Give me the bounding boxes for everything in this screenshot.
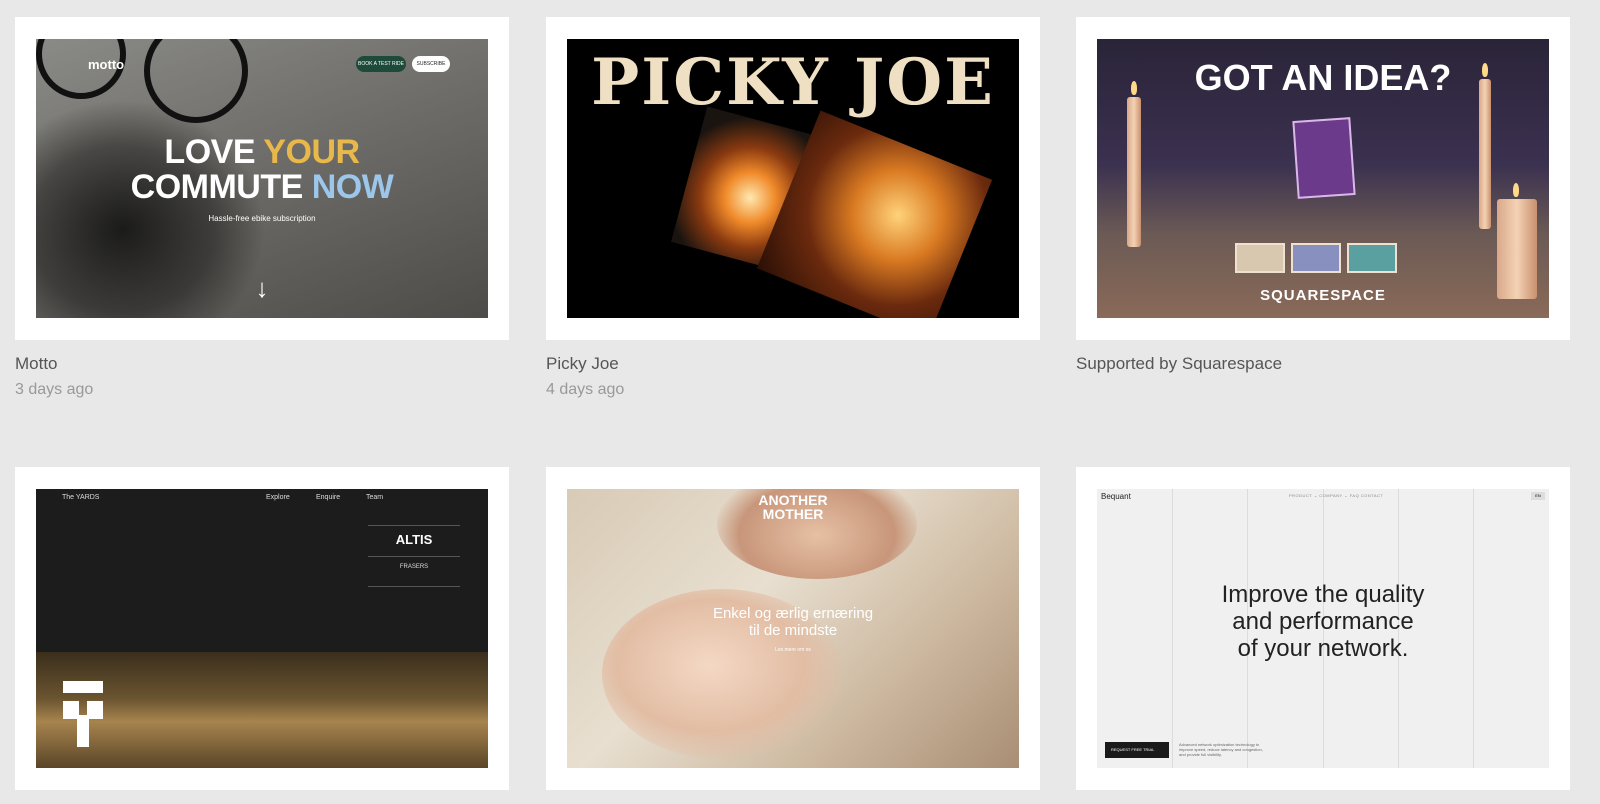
flame <box>1131 81 1137 95</box>
site-card-another-mother[interactable]: ANOTHER MOTHER Enkel og ærlig ernæring t… <box>546 467 1040 790</box>
flame <box>1482 63 1488 77</box>
altis-logo: ALTIS <box>395 532 433 547</box>
headline-text: of your network. <box>1237 635 1409 662</box>
thumbnail-frame[interactable]: The YARDS Explore Enquire Team ALTIS FRA… <box>15 467 509 790</box>
site-screenshot[interactable]: The YARDS Explore Enquire Team ALTIS FRA… <box>36 489 488 768</box>
nav-enquire: Enquire <box>316 494 341 501</box>
tarot-card-held <box>1292 117 1356 199</box>
thumbnail-frame[interactable]: Bequant PRODUCT ⌄ COMPANY ⌄ FAQ CONTACT … <box>1076 467 1570 790</box>
motto-headline: LOVE YOUR COMMUTE NOW <box>36 135 488 205</box>
site-card-the-yards[interactable]: The YARDS Explore Enquire Team ALTIS FRA… <box>15 467 509 790</box>
headline-text: and performance <box>1232 608 1414 635</box>
site-card-motto[interactable]: motto BOOK A TEST RIDE SUBSCRIBE LOVE YO… <box>15 17 509 399</box>
bequant-logo: Bequant <box>1101 492 1131 501</box>
picky-joe-logo: PICKY JOE <box>591 45 995 120</box>
site-title[interactable]: Supported by Squarespace <box>1076 354 1570 374</box>
headline-text: NOW <box>311 168 394 206</box>
thumbnail-frame[interactable]: ANOTHER MOTHER Enkel og ærlig ernæring t… <box>546 467 1040 790</box>
divider <box>368 556 460 557</box>
tarot-card <box>1291 243 1341 273</box>
site-title[interactable]: Motto <box>15 354 509 374</box>
mother-cta: Les mere om os <box>775 647 811 653</box>
motto-logo: motto <box>88 57 125 72</box>
headline-text: LOVE <box>164 133 264 171</box>
headline-text: COMMUTE <box>130 168 312 206</box>
squarespace-brand: SQUARESPACE <box>1260 287 1386 304</box>
candle <box>1479 79 1491 229</box>
thumbnail-frame[interactable]: PICKY JOE <box>546 17 1040 340</box>
tarot-card <box>1347 243 1397 273</box>
site-title[interactable]: Picky Joe <box>546 354 1040 374</box>
site-screenshot[interactable]: ANOTHER MOTHER Enkel og ærlig ernæring t… <box>567 489 1019 768</box>
arrow-down-icon: ↓ <box>255 273 269 303</box>
bequant-nav: PRODUCT ⌄ COMPANY ⌄ FAQ CONTACT <box>1289 493 1384 498</box>
inspiration-grid: motto BOOK A TEST RIDE SUBSCRIBE LOVE YO… <box>0 0 1600 804</box>
nav-explore: Explore <box>266 494 290 501</box>
headline-text: Improve the quality <box>1221 581 1425 608</box>
mother-headline: Enkel og ærlig ernæring til de mindste <box>567 605 1019 639</box>
site-screenshot[interactable]: PICKY JOE <box>567 39 1019 318</box>
ad-screenshot[interactable]: GOT AN IDEA? SQUARESPACE <box>1097 39 1549 318</box>
thumbnail-frame[interactable]: GOT AN IDEA? SQUARESPACE <box>1076 17 1570 340</box>
yards-mark-icon <box>87 701 103 719</box>
candle <box>1127 97 1141 247</box>
bequant-headline: Improve the quality and performance of y… <box>1097 581 1549 662</box>
nav-team: Team <box>366 494 384 501</box>
yards-logo: The YARDS <box>62 494 100 501</box>
partner-logos: ALTIS FRASERS <box>368 525 460 587</box>
grass-field-photo <box>36 652 488 768</box>
subscribe-button: SUBSCRIBE <box>412 56 450 72</box>
yards-mark-icon <box>63 681 103 693</box>
yards-mark-icon <box>77 715 89 747</box>
motto-subtitle: Hassle-free ebike subscription <box>208 214 316 223</box>
site-card-bequant[interactable]: Bequant PRODUCT ⌄ COMPANY ⌄ FAQ CONTACT … <box>1076 467 1570 790</box>
language-switch: EN <box>1531 492 1545 500</box>
frasers-logo: FRASERS <box>399 564 429 570</box>
site-card-squarespace-ad[interactable]: GOT AN IDEA? SQUARESPACE Supported by Sq… <box>1076 17 1570 374</box>
headline-text: til de mindste <box>748 622 838 639</box>
test-ride-button: BOOK A TEST RIDE <box>356 56 406 72</box>
tarot-card <box>1235 243 1285 273</box>
bequant-description: Advanced network optimization technology… <box>1179 742 1263 757</box>
site-date: 3 days ago <box>15 381 94 398</box>
site-screenshot[interactable]: Bequant PRODUCT ⌄ COMPANY ⌄ FAQ CONTACT … <box>1097 489 1549 768</box>
site-screenshot[interactable]: motto BOOK A TEST RIDE SUBSCRIBE LOVE YO… <box>36 39 488 318</box>
logo-text: MOTHER <box>762 506 824 522</box>
headline-text: Enkel og ærlig ernæring <box>712 605 874 622</box>
candle <box>1497 199 1537 299</box>
site-date: 4 days ago <box>546 381 625 398</box>
another-mother-logo: ANOTHER MOTHER <box>567 493 1019 521</box>
headline-text: YOUR <box>263 133 360 171</box>
site-card-picky-joe[interactable]: PICKY JOE Picky Joe 4 days ago <box>546 17 1040 399</box>
free-trial-button: REQUEST FREE TRIAL <box>1105 742 1169 758</box>
flame <box>1513 183 1519 197</box>
thumbnail-frame[interactable]: motto BOOK A TEST RIDE SUBSCRIBE LOVE YO… <box>15 17 509 340</box>
